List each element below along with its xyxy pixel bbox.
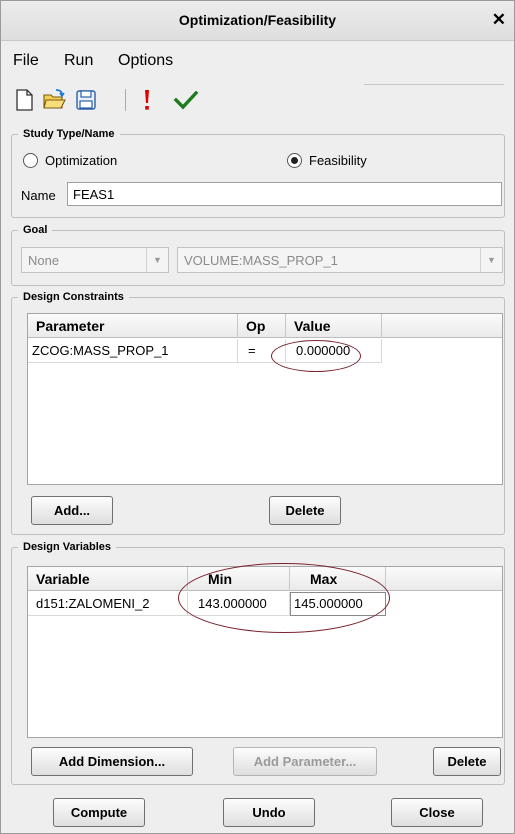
variable-min-cell[interactable]: 143.000000 [188,592,290,616]
checkmark-icon[interactable] [173,87,199,113]
close-icon[interactable]: ✕ [492,10,506,30]
toolbar-separator [125,89,126,111]
feasibility-radio-label: Feasibility [309,153,367,168]
goal-type-select[interactable]: None ▼ [21,247,169,273]
close-button[interactable]: Close [391,798,483,827]
constraints-table: Parameter Op Value ZCOG:MASS_PROP_1 = 0.… [27,313,503,485]
column-header-parameter[interactable]: Parameter [28,314,238,338]
menu-file[interactable]: File [13,52,39,70]
design-variables-legend: Design Variables [23,541,112,553]
chevron-down-icon[interactable]: ▼ [480,248,502,272]
optimization-radio-circle[interactable] [23,153,38,168]
window-title: Optimization/Feasibility [178,12,337,28]
variable-name-cell[interactable]: d151:ZALOMENI_2 [28,592,188,616]
column-header-min[interactable]: Min [188,567,290,591]
delete-constraint-button[interactable]: Delete [269,496,341,525]
feasibility-radio-circle[interactable] [287,153,302,168]
menu-options[interactable]: Options [118,52,173,70]
constraint-parameter-cell[interactable]: ZCOG:MASS_PROP_1 [28,339,238,363]
goal-type-value: None [28,253,60,268]
open-folder-icon[interactable] [41,87,67,113]
optimization-radio-label: Optimization [45,153,118,168]
study-name-input[interactable] [67,182,502,206]
save-icon[interactable] [73,87,99,113]
goal-legend: Goal [23,224,48,236]
column-header-max[interactable]: Max [290,567,386,591]
column-header-variable[interactable]: Variable [28,567,188,591]
menu-bar: File Run Options [1,42,514,77]
optimization-feasibility-dialog: Optimization/Feasibility ✕ File Run Opti… [0,0,515,834]
add-constraint-button[interactable]: Add... [31,496,113,525]
toolbar [1,77,514,123]
add-dimension-button[interactable]: Add Dimension... [31,747,193,776]
delete-variable-button[interactable]: Delete [433,747,501,776]
variables-table: Variable Min Max d151:ZALOMENI_2 143.000… [27,566,503,738]
name-label: Name [21,188,56,203]
add-parameter-button[interactable]: Add Parameter... [233,747,377,776]
toolbar-divider-line [364,84,504,85]
constraints-table-header: Parameter Op Value [28,314,502,338]
column-header-op[interactable]: Op [238,314,286,338]
design-constraints-legend: Design Constraints [23,291,124,303]
compute-button[interactable]: Compute [53,798,145,827]
study-type-legend: Study Type/Name [23,128,115,140]
chevron-down-icon[interactable]: ▼ [146,248,168,272]
column-header-value[interactable]: Value [286,314,382,338]
undo-button[interactable]: Undo [223,798,315,827]
constraint-value-cell[interactable]: 0.000000 [286,339,382,363]
constraint-op-cell[interactable]: = [238,339,286,363]
new-file-icon[interactable] [11,87,37,113]
variables-table-header: Variable Min Max [28,567,502,591]
goal-target-value: VOLUME:MASS_PROP_1 [184,253,338,268]
title-bar: Optimization/Feasibility ✕ [1,1,514,41]
goal-target-select[interactable]: VOLUME:MASS_PROP_1 ▼ [177,247,503,273]
variable-max-cell[interactable]: 145.000000 [290,592,386,616]
feasibility-radio[interactable]: Feasibility [287,153,367,168]
menu-run[interactable]: Run [64,52,93,70]
run-exclamation-icon[interactable] [134,87,160,113]
optimization-radio[interactable]: Optimization [23,153,117,168]
